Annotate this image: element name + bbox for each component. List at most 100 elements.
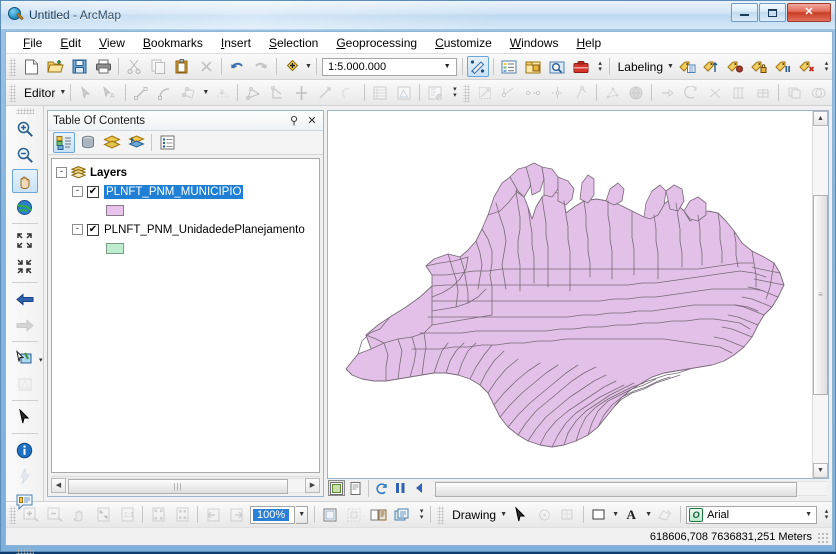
font-color-dropdown[interactable]: ▼ xyxy=(644,505,653,525)
pin-icon[interactable]: ⚲ xyxy=(287,114,301,128)
smooth-icon[interactable] xyxy=(704,82,726,103)
toc-layer-row[interactable]: - ✔ PLNFT_PNM_MUNICIPIO xyxy=(56,182,317,201)
fixed-zoom-in-page-icon[interactable] xyxy=(147,504,169,525)
list-by-visibility-icon[interactable] xyxy=(101,132,123,153)
scroll-right-arrow-icon[interactable]: ▶ xyxy=(305,477,320,493)
toc-layer-label-municipio[interactable]: PLNFT_PNM_MUNICIPIO xyxy=(104,184,244,199)
new-document-icon[interactable] xyxy=(20,56,42,77)
attributes-icon[interactable] xyxy=(369,82,391,103)
menu-selection[interactable]: Selection xyxy=(260,33,327,53)
map-vertical-scrollbar[interactable]: ▲ ≡ ▼ xyxy=(812,111,828,478)
cut-polygons-icon[interactable] xyxy=(338,82,360,103)
split-tool-icon[interactable] xyxy=(290,82,312,103)
toggle-draft-mode-icon[interactable] xyxy=(319,504,341,525)
union-icon[interactable] xyxy=(807,82,829,103)
fixed-zoom-in-icon[interactable] xyxy=(12,228,38,252)
topology-edit-tool-icon[interactable] xyxy=(474,82,496,103)
pause-labeling-icon[interactable] xyxy=(772,56,794,77)
scroll-up-arrow-icon[interactable]: ▲ xyxy=(813,111,828,126)
font-family-combo[interactable]: O Arial ▼ xyxy=(686,505,817,524)
map-vscroll-track-lower[interactable] xyxy=(813,394,828,463)
editor-toolbar-icon[interactable] xyxy=(466,56,489,77)
map-horizontal-scrollbar[interactable] xyxy=(433,480,829,497)
clear-selection-icon[interactable] xyxy=(12,372,38,396)
pan-icon[interactable] xyxy=(11,169,38,193)
fill-color-icon[interactable] xyxy=(588,504,610,525)
page-zoom-dropdown-icon[interactable]: ▼ xyxy=(296,505,309,524)
split-edge-icon[interactable] xyxy=(546,82,568,103)
hyperlink-icon[interactable] xyxy=(12,464,38,488)
edit-annotation-tool-icon[interactable]: A xyxy=(99,82,121,103)
menu-windows[interactable]: Windows xyxy=(501,33,568,53)
delete-icon[interactable] xyxy=(195,56,217,77)
redo-icon[interactable] xyxy=(250,56,272,77)
continue-drawing-icon[interactable] xyxy=(411,480,428,496)
zoom-out-icon[interactable] xyxy=(12,143,38,167)
editor-menu-label[interactable]: Editor xyxy=(19,86,58,100)
menu-bookmarks[interactable]: Bookmarks xyxy=(134,33,212,53)
options-icon[interactable] xyxy=(156,132,178,153)
pan-page-icon[interactable] xyxy=(68,504,90,525)
add-data-dropdown[interactable]: ▼ xyxy=(304,57,313,77)
pause-drawing-icon[interactable] xyxy=(392,480,409,496)
toc-scroll-thumb[interactable]: ||| xyxy=(68,478,288,494)
drawing-dropdown[interactable]: ▼ xyxy=(499,505,508,525)
standard-toolbar-overflow[interactable]: ▴ ▾ xyxy=(595,57,606,77)
select-features-icon[interactable]: ▾ xyxy=(12,346,43,370)
zoom-whole-page-icon[interactable] xyxy=(92,504,114,525)
drawing-menu-label[interactable]: Drawing xyxy=(447,508,499,522)
table-of-contents-icon[interactable] xyxy=(498,56,520,77)
layout-view-icon[interactable] xyxy=(347,480,364,496)
toc-layer-row[interactable]: - ✔ PLNFT_PNM_UnidadedePlanejamento xyxy=(56,220,317,239)
chevron-down-icon[interactable]: ▼ xyxy=(805,511,816,518)
replace-geometry-icon[interactable] xyxy=(752,82,774,103)
data-driven-pages-icon[interactable] xyxy=(391,504,413,525)
label-priority-icon[interactable] xyxy=(700,56,722,77)
forward-page-extent-icon[interactable] xyxy=(226,504,248,525)
layer-symbol-swatch-municipio[interactable] xyxy=(106,205,124,216)
page-1-to-1-icon[interactable]: 1:1 xyxy=(116,504,138,525)
generalize-icon[interactable] xyxy=(680,82,702,103)
fill-color-dropdown[interactable]: ▼ xyxy=(611,505,620,525)
map-vscroll-thumb[interactable]: ≡ xyxy=(813,194,828,395)
modify-edge-icon[interactable] xyxy=(498,82,520,103)
layer-visibility-checkbox-unidade[interactable]: ✔ xyxy=(87,223,99,236)
map-scale-combo[interactable]: 1:5.000.000 ▼ xyxy=(322,57,457,76)
search-window-icon[interactable] xyxy=(546,56,568,77)
planarize-lines-icon[interactable] xyxy=(656,82,678,103)
full-extent-icon[interactable] xyxy=(12,195,38,219)
map-hscroll-thumb[interactable] xyxy=(435,481,798,497)
tools-toolbar-expand[interactable] xyxy=(15,548,34,554)
labeling-dropdown[interactable]: ▼ xyxy=(666,57,675,77)
font-color-icon[interactable]: A xyxy=(621,504,643,525)
list-by-selection-icon[interactable] xyxy=(125,132,147,153)
validate-topology-icon[interactable] xyxy=(601,82,623,103)
toc-symbol-row[interactable] xyxy=(56,201,317,220)
toolbox-window-icon[interactable] xyxy=(570,56,592,77)
editor-dropdown[interactable]: ▼ xyxy=(58,83,67,103)
paste-icon[interactable] xyxy=(171,56,193,77)
reshape-feature-icon[interactable] xyxy=(266,82,288,103)
zoom-out-page-icon[interactable] xyxy=(44,504,66,525)
construction-point-icon[interactable] xyxy=(211,82,233,103)
menu-insert[interactable]: Insert xyxy=(212,33,260,53)
print-icon[interactable] xyxy=(92,56,114,77)
map-canvas[interactable] xyxy=(328,111,812,478)
data-view-icon[interactable] xyxy=(328,480,345,496)
view-unplaced-labels-icon[interactable] xyxy=(796,56,818,77)
menu-file[interactable]: File xyxy=(14,33,51,53)
rotate-icon[interactable] xyxy=(314,82,336,103)
change-layout-icon[interactable] xyxy=(367,504,389,525)
menu-customize[interactable]: Customize xyxy=(426,33,501,53)
topology-globe-icon[interactable] xyxy=(625,82,647,103)
maximize-button[interactable] xyxy=(759,3,786,22)
topology-toolbar-grip[interactable] xyxy=(463,83,471,102)
undo-icon[interactable] xyxy=(226,56,248,77)
chevron-down-icon[interactable]: ▾ xyxy=(39,356,43,364)
drawing-style-icon[interactable] xyxy=(654,504,676,525)
edit-vertices-icon[interactable] xyxy=(242,82,264,103)
scroll-down-arrow-icon[interactable]: ▼ xyxy=(813,463,828,478)
labeling-toolbar-label[interactable]: Labeling xyxy=(613,60,666,74)
select-elements-icon[interactable] xyxy=(509,504,531,525)
minimize-button[interactable] xyxy=(731,3,758,22)
